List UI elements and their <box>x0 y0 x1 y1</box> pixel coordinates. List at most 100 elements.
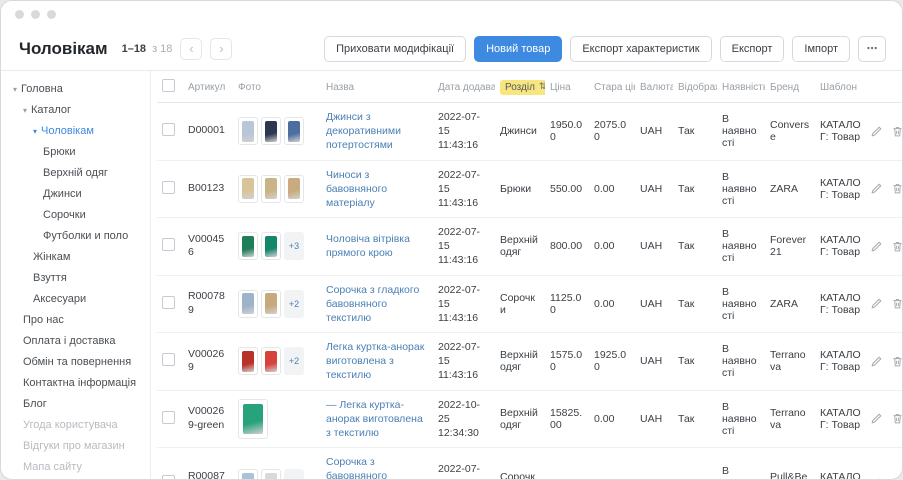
new-product-button[interactable]: Новий товар <box>474 36 562 62</box>
column-header-8[interactable]: Відображати <box>673 71 717 103</box>
product-photo[interactable] <box>238 469 258 479</box>
delete-icon[interactable] <box>891 355 902 368</box>
product-photo[interactable] <box>261 290 281 318</box>
column-header-7[interactable]: Валюта <box>635 71 673 103</box>
row-checkbox[interactable] <box>162 411 175 424</box>
product-photo[interactable] <box>261 232 281 260</box>
product-name-link[interactable]: Чиноси з бавовняного матеріалу <box>326 168 428 211</box>
column-header-1[interactable]: Фото <box>233 71 321 103</box>
product-name-link[interactable]: Джинси з декоративними потертостями <box>326 110 428 153</box>
delete-icon[interactable] <box>891 182 902 195</box>
product-photo[interactable] <box>261 117 281 145</box>
row-checkbox[interactable] <box>162 353 175 366</box>
sidebar-item-17[interactable]: Відгуки про магазин <box>1 436 150 457</box>
import-button[interactable]: Імпорт <box>792 36 850 62</box>
edit-icon[interactable] <box>870 412 883 425</box>
delete-icon[interactable] <box>891 477 902 479</box>
product-name-link[interactable]: Сорочка з гладкого бавовняного текстилю <box>326 283 428 326</box>
product-photo[interactable] <box>238 232 258 260</box>
column-header-4[interactable]: Розділ⇅ <box>495 71 545 103</box>
sidebar-item-9[interactable]: Взуття <box>1 268 150 289</box>
sidebar-item-0[interactable]: ▾Головна <box>1 79 150 100</box>
window-control-maximize[interactable] <box>47 10 56 19</box>
export-characteristics-button[interactable]: Експорт характеристик <box>570 36 711 62</box>
more-photos-badge[interactable]: +2 <box>284 290 304 318</box>
product-photo[interactable] <box>238 399 268 439</box>
column-header-10[interactable]: Бренд <box>765 71 815 103</box>
pagination-total: з 18 <box>152 43 172 55</box>
edit-icon[interactable] <box>870 125 883 138</box>
select-all-checkbox[interactable] <box>162 79 175 92</box>
row-checkbox[interactable] <box>162 475 175 479</box>
sort-icon[interactable]: ⇅ <box>539 82 545 92</box>
product-photo[interactable] <box>284 175 304 203</box>
delete-icon[interactable] <box>891 240 902 253</box>
column-header-label: Ціна <box>550 82 571 93</box>
column-header-9[interactable]: Наявність <box>717 71 765 103</box>
edit-icon[interactable] <box>870 182 883 195</box>
product-photo[interactable] <box>261 175 281 203</box>
more-photos-badge[interactable]: +2 <box>284 347 304 375</box>
column-header-2[interactable]: Назва <box>321 71 433 103</box>
row-checkbox[interactable] <box>162 238 175 251</box>
product-photo[interactable] <box>238 175 258 203</box>
sidebar-item-label: Про нас <box>23 310 64 331</box>
product-name-link[interactable]: Легка куртка-анорак виготовлена з тексти… <box>326 340 428 383</box>
product-name-link[interactable]: Сорочка з бавовняного матеріалу притален… <box>326 455 428 479</box>
sidebar-item-12[interactable]: Оплата і доставка <box>1 331 150 352</box>
row-checkbox[interactable] <box>162 296 175 309</box>
template-cell: КАТАЛОГ: Товар <box>815 103 869 161</box>
delete-icon[interactable] <box>891 297 902 310</box>
column-header-3[interactable]: Дата додавання <box>433 71 495 103</box>
edit-icon[interactable] <box>870 477 883 479</box>
sidebar-item-7[interactable]: Футболки и поло <box>1 226 150 247</box>
more-photos-badge[interactable]: +3 <box>284 232 304 260</box>
more-photos-badge[interactable]: +2 <box>284 469 304 479</box>
sidebar-item-15[interactable]: Блог <box>1 394 150 415</box>
more-actions-button[interactable]: ⋯ <box>858 36 886 62</box>
section-cell: Верхній одяг <box>495 333 545 391</box>
delete-icon[interactable] <box>891 125 902 138</box>
product-photo[interactable] <box>261 347 281 375</box>
column-header-0[interactable]: Артикул <box>183 71 233 103</box>
product-photo[interactable] <box>284 117 304 145</box>
sidebar-item-8[interactable]: Жінкам <box>1 247 150 268</box>
delete-icon[interactable] <box>891 412 902 425</box>
row-actions-cell <box>869 333 902 391</box>
product-name-link[interactable]: — Легка куртка-анорак виготовлена з текс… <box>326 398 428 441</box>
window-control-minimize[interactable] <box>31 10 40 19</box>
edit-icon[interactable] <box>870 297 883 310</box>
row-checkbox[interactable] <box>162 181 175 194</box>
window-control-close[interactable] <box>15 10 24 19</box>
column-header-5[interactable]: Ціна <box>545 71 589 103</box>
row-checkbox[interactable] <box>162 123 175 136</box>
sidebar-item-16[interactable]: Угода користувача <box>1 415 150 436</box>
template-cell: КАТАЛОГ: Товар <box>815 275 869 333</box>
export-button[interactable]: Експорт <box>720 36 785 62</box>
edit-icon[interactable] <box>870 355 883 368</box>
pagination-prev-button[interactable]: ‹ <box>180 38 202 60</box>
column-header-label: Артикул <box>188 82 225 93</box>
sidebar-item-2[interactable]: ▾Чоловікам <box>1 121 150 142</box>
sidebar-item-1[interactable]: ▾Каталог <box>1 100 150 121</box>
sidebar-item-11[interactable]: Про нас <box>1 310 150 331</box>
sidebar-item-13[interactable]: Обмін та повернення <box>1 352 150 373</box>
column-header-11[interactable]: Шаблон <box>815 71 869 103</box>
edit-icon[interactable] <box>870 240 883 253</box>
sidebar-item-4[interactable]: Верхній одяг <box>1 163 150 184</box>
product-name-link[interactable]: Чоловіча вітрівка прямого крою <box>326 232 428 260</box>
hide-modifications-button[interactable]: Приховати модифікації <box>324 36 466 62</box>
pagination-next-button[interactable]: › <box>210 38 232 60</box>
column-header-6[interactable]: Стара ціна <box>589 71 635 103</box>
sidebar-item-3[interactable]: Брюки <box>1 142 150 163</box>
sidebar-item-14[interactable]: Контактна інформація <box>1 373 150 394</box>
sidebar-item-label: Жінкам <box>33 247 70 268</box>
sidebar-item-5[interactable]: Джинси <box>1 184 150 205</box>
product-photo[interactable] <box>238 347 258 375</box>
sidebar-item-10[interactable]: Аксесуари <box>1 289 150 310</box>
product-photo[interactable] <box>238 117 258 145</box>
sidebar-item-6[interactable]: Сорочки <box>1 205 150 226</box>
sidebar-item-18[interactable]: Мапа сайту <box>1 457 150 478</box>
product-photo[interactable] <box>261 469 281 479</box>
product-photo[interactable] <box>238 290 258 318</box>
